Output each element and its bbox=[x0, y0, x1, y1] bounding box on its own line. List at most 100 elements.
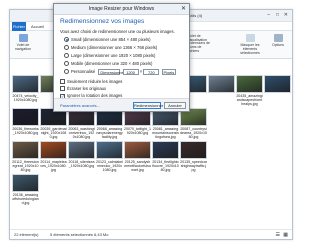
thumbnail-caption: 20125_sandyshorewithcolorfulsunset.jpg bbox=[124, 160, 151, 172]
extensions-label: Extensions de noms de fichiers bbox=[188, 41, 210, 53]
thumbnail-caption: 20070_twilight_1920x1080.jpg bbox=[124, 127, 151, 135]
thumbnail-image bbox=[180, 141, 207, 159]
thumbnail-item[interactable]: 20135_speedcarshighwaytraffic.jpg bbox=[180, 141, 207, 172]
radio-small[interactable] bbox=[64, 37, 69, 42]
thumbnail-item[interactable]: 20063_washingtonriverinco_1920x1080.jpg bbox=[68, 108, 95, 139]
size-medium-label: Medium (dimensionner une 1366 × 768 pixe… bbox=[71, 45, 158, 50]
radio-custom[interactable] bbox=[64, 69, 69, 75]
thumbnail-caption: 20039_gardenatnight_1920x1080.jpg bbox=[40, 127, 67, 139]
close-icon[interactable]: ✕ bbox=[284, 10, 288, 21]
width-input[interactable]: 1200 bbox=[122, 69, 139, 75]
dialog-footer: Paramètres avancés... Redimensionner Ann… bbox=[54, 98, 189, 111]
thumbnail-item[interactable]: 20068_amazingnavysolarenergyfacility.jpg bbox=[96, 108, 123, 139]
thumbnail-image bbox=[40, 141, 67, 159]
thumbnail-item[interactable] bbox=[264, 75, 291, 106]
thumbnail-image bbox=[12, 108, 39, 126]
thumbnail-item[interactable]: 20036_fireworks_1920x1080.jpg bbox=[12, 108, 39, 139]
check-shrink-only[interactable]: Seulement réduire les images bbox=[60, 79, 122, 84]
thumbnail-item[interactable]: 20081_amazingmountainsconsistingofsea.jp… bbox=[152, 108, 179, 139]
checkbox-overwrite[interactable] bbox=[60, 86, 65, 91]
thumbnail-caption: 20435_amazingl andscapesfromthealps.jpg bbox=[236, 94, 263, 106]
checkbox-shrink-only[interactable] bbox=[60, 79, 65, 84]
size-option-custom[interactable]: Personnalisé Dimensionner 1200 × 720 Pix… bbox=[64, 69, 176, 75]
thumbnail-caption: 20134_firstlightoflouvre_1920x1080.jpg bbox=[152, 160, 179, 172]
thumbnail-image bbox=[264, 75, 291, 93]
size-large-label: Large (dimensionner une 1920 × 1080 pixe… bbox=[71, 53, 156, 58]
thumbnail-caption: 20135_speedcarshighwaytraffic.jpg bbox=[180, 160, 207, 172]
height-input[interactable]: 720 bbox=[143, 69, 160, 75]
thumbnail-caption: 20114_mapleleaves_1920x1080.jpg bbox=[40, 160, 67, 172]
thumbnail-item[interactable]: 20039_gardenatnight_1920x1080.jpg bbox=[40, 108, 67, 139]
thumbnail-caption: 20136_amazingoffshoredoingiand.jpg bbox=[12, 193, 39, 205]
navigation-pane-button[interactable]: Volet de navigation bbox=[12, 34, 34, 51]
navigation-pane-label: Volet de navigation bbox=[15, 43, 31, 51]
shrink-only-label: Seulement réduire les images bbox=[67, 79, 123, 84]
hide-selected-button[interactable]: Masquer les éléments sélectionnés bbox=[236, 34, 264, 55]
thumbnail-caption bbox=[264, 94, 291, 106]
resize-button[interactable]: Redimensionner bbox=[133, 102, 163, 109]
options-label: Options bbox=[271, 43, 285, 47]
size-option-large[interactable]: Large (dimensionner une 1920 × 1080 pixe… bbox=[64, 53, 155, 58]
options-icon bbox=[273, 34, 283, 42]
thumbnail-item[interactable]: 20112_threestonegreat_1920x1080.jpg bbox=[12, 141, 39, 172]
resize-mode-select[interactable]: Dimensionner bbox=[98, 69, 125, 75]
size-option-small[interactable]: Small (dimensionner une 854 × 480 pixels… bbox=[64, 37, 151, 42]
checkbox-options-button[interactable]: Extensions de noms de fichiers bbox=[188, 41, 210, 53]
size-option-mobile[interactable]: Mobile (dimensionner une 320 × 480 pixel… bbox=[64, 61, 152, 66]
thumbnail-caption: 20123_calmlakeinmexico_1920x1080.jpg bbox=[96, 160, 123, 172]
minimize-icon[interactable]: – bbox=[267, 10, 270, 21]
thumbnail-image bbox=[12, 141, 39, 159]
thumbnail-image bbox=[96, 141, 123, 159]
navigation-pane-icon bbox=[18, 34, 28, 42]
thumbnail-item[interactable]: 20474_velocity_1920x1080.jpg bbox=[12, 75, 39, 106]
radio-large[interactable] bbox=[64, 53, 69, 58]
thumbnail-item[interactable]: 20136_amazingoffshoredoingiand.jpg bbox=[12, 174, 39, 205]
overwrite-label: Écraser les originaux bbox=[67, 86, 107, 91]
thumbnail-image bbox=[12, 174, 39, 192]
thumbnail-item[interactable] bbox=[208, 75, 235, 106]
dialog-title: Image Resizer pour Windows bbox=[54, 4, 189, 15]
cancel-button[interactable]: Annuler bbox=[164, 102, 186, 109]
thumbnail-item[interactable]: 20125_sandyshorewithcolorfulsunset.jpg bbox=[124, 141, 151, 172]
thumbnail-image bbox=[124, 141, 151, 159]
thumbnail-image bbox=[152, 141, 179, 159]
unit-select[interactable]: Pixels bbox=[161, 69, 176, 75]
check-overwrite[interactable]: Écraser les originaux bbox=[60, 86, 106, 91]
tab-accueil[interactable]: Accueil bbox=[31, 22, 44, 31]
status-selection: 5 éléments sélectionnés 6,43 Mo bbox=[50, 232, 109, 237]
size-small-label: Small (dimensionner une 854 × 480 pixels… bbox=[71, 37, 151, 42]
advanced-settings-link[interactable]: Paramètres avancés... bbox=[60, 103, 100, 108]
thumbnail-image bbox=[236, 75, 263, 93]
maximize-icon[interactable]: □ bbox=[276, 10, 279, 21]
thumbnail-caption: 20063_washingtonriverinco_1920x1080.jpg bbox=[68, 127, 95, 139]
status-count: 22 élément(s) bbox=[14, 232, 39, 237]
thumbnail-item[interactable]: 20123_calmlakeinmexico_1920x1080.jpg bbox=[96, 141, 123, 172]
thumbnail-item[interactable]: 20087_countrysidearea_1920x1080.jpg bbox=[180, 108, 207, 139]
thumbnail-caption: 20036_fireworks_1920x1080.jpg bbox=[12, 127, 39, 135]
radio-medium[interactable] bbox=[64, 45, 69, 50]
thumbnail-caption bbox=[208, 94, 235, 106]
thumbnail-caption: 20118_silentsea_1920x1080.jpg bbox=[68, 160, 95, 168]
thumbnail-caption: 20474_velocity_1920x1080.jpg bbox=[12, 94, 39, 102]
thumbnail-item[interactable]: 20134_firstlightoflouvre_1920x1080.jpg bbox=[152, 141, 179, 172]
image-resizer-dialog: Image Resizer pour Windows ✕ Redimension… bbox=[53, 3, 190, 112]
thumbnail-item[interactable]: 20118_silentsea_1920x1080.jpg bbox=[68, 141, 95, 172]
thumbnail-item[interactable]: 20435_amazingl andscapesfromthealps.jpg bbox=[236, 75, 263, 106]
thumbnail-item[interactable]: 20114_mapleleaves_1920x1080.jpg bbox=[40, 141, 67, 172]
size-option-medium[interactable]: Medium (dimensionner une 1366 × 768 pixe… bbox=[64, 45, 157, 50]
thumbnail-caption: 20068_amazingnavysolarenergyfacility.jpg bbox=[96, 127, 123, 139]
thumbnail-image bbox=[208, 75, 235, 93]
size-mobile-label: Mobile (dimensionner une 320 × 480 pixel… bbox=[71, 61, 153, 66]
dialog-close-icon[interactable]: ✕ bbox=[181, 4, 186, 15]
details-view-icon[interactable]: ☰ bbox=[276, 230, 280, 240]
dialog-heading: Redimensionnez vos images bbox=[60, 18, 145, 25]
radio-mobile[interactable] bbox=[64, 61, 69, 66]
thumbnail-caption: 20087_countrysidearea_1920x1080.jpg bbox=[180, 127, 207, 139]
thumbnail-item[interactable]: 20070_twilight_1920x1080.jpg bbox=[124, 108, 151, 139]
thumbnails-view-icon[interactable]: ▦ bbox=[283, 230, 288, 240]
tab-fichier[interactable]: Fichier bbox=[12, 22, 26, 31]
thumbnail-image bbox=[12, 75, 39, 93]
hide-selected-label: Masquer les éléments sélectionnés bbox=[240, 43, 260, 55]
thumbnail-image bbox=[68, 141, 95, 159]
options-button[interactable]: Options bbox=[267, 34, 289, 47]
